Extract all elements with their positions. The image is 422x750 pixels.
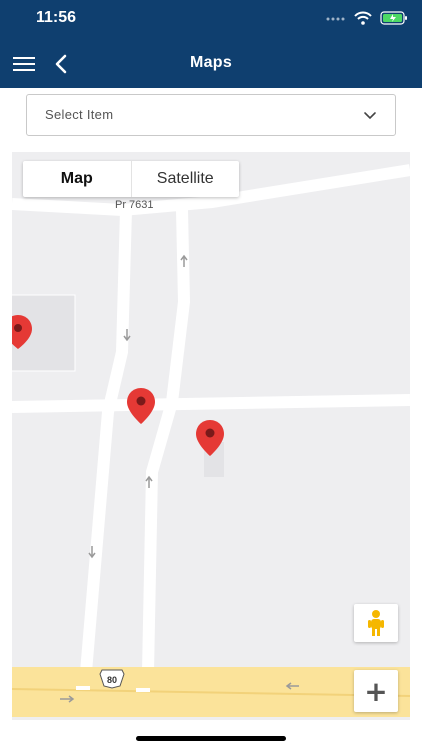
battery-charging-icon xyxy=(380,11,407,25)
road-vertical-left xyxy=(80,209,132,673)
select-item-placeholder: Select Item xyxy=(45,107,114,122)
highway-shield-80: 80 xyxy=(99,669,125,689)
map-type-toggle: Map Satellite xyxy=(23,161,239,197)
map-type-map-button[interactable]: Map xyxy=(23,161,131,197)
map-marker[interactable] xyxy=(127,388,155,424)
map-type-satellite-button[interactable]: Satellite xyxy=(130,161,240,197)
street-view-button[interactable] xyxy=(354,604,398,642)
select-item-dropdown[interactable]: Select Item xyxy=(26,94,396,136)
map-view[interactable]: 80 Pr 7631 Map Satellite + xyxy=(12,152,410,720)
map-canvas[interactable]: 80 xyxy=(12,152,410,720)
zoom-in-button[interactable]: + xyxy=(354,670,398,712)
page-title: Maps xyxy=(189,54,233,71)
status-bar: 11:56 xyxy=(0,0,422,40)
road-horizontal xyxy=(12,394,410,413)
chevron-down-icon xyxy=(364,112,376,120)
signal-icon xyxy=(326,17,345,21)
road-label-pr-7631: Pr 7631 xyxy=(115,199,154,211)
nav-bar: Maps xyxy=(0,40,422,88)
pegman-icon xyxy=(368,610,384,636)
status-time: 11:56 xyxy=(36,9,77,26)
wifi-icon xyxy=(354,11,372,25)
home-indicator xyxy=(136,736,286,741)
highway-shield-label: 80 xyxy=(107,675,117,685)
road-vertical-right xyxy=(142,209,191,673)
status-icons xyxy=(326,10,408,26)
